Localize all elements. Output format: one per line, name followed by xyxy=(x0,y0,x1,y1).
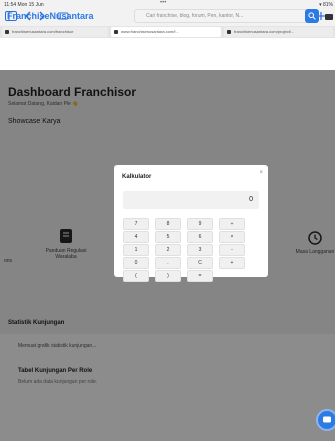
calculator-title: Kalkulator xyxy=(122,174,152,180)
tab-title: franchisenusantara.com/project/... xyxy=(234,29,295,34)
window-dots: ••• xyxy=(160,0,167,6)
calc-key[interactable]: 7 xyxy=(123,218,149,230)
calc-key[interactable]: ( xyxy=(123,270,149,282)
tab-title: www.franchisenusantara.com/f... xyxy=(121,29,179,34)
site-header xyxy=(0,38,335,70)
calc-key[interactable]: 2 xyxy=(155,244,181,256)
calc-key[interactable]: 8 xyxy=(155,218,181,230)
calc-key[interactable]: 4 xyxy=(123,231,149,243)
calc-key[interactable]: 5 xyxy=(155,231,181,243)
browser-tab[interactable]: franchisenusantara.com/franchisor xyxy=(2,27,108,37)
search-button[interactable] xyxy=(305,9,319,23)
calc-key[interactable]: + xyxy=(219,257,245,269)
search-placeholder: Cari franchise, blog, forum, Pen, kantor… xyxy=(146,13,244,19)
calc-key[interactable]: 3 xyxy=(187,244,213,256)
calc-key[interactable]: . xyxy=(155,257,181,269)
calc-key[interactable]: 6 xyxy=(187,231,213,243)
browser-tab[interactable]: franchisenusantara.com/project/... xyxy=(224,27,333,37)
tab-title: franchisenusantara.com/franchisor xyxy=(12,29,74,34)
calc-key[interactable]: C xyxy=(187,257,213,269)
status-bar: 11:54 Mon 15 Jun ••• ▾ 81% xyxy=(0,0,335,9)
browser-tabs: franchisenusantara.com/franchisor www.fr… xyxy=(0,26,335,38)
calc-key[interactable]: = xyxy=(187,270,213,282)
calculator-display: 0 xyxy=(123,191,259,209)
calc-key[interactable]: 0 xyxy=(123,257,149,269)
calc-key[interactable]: 1 xyxy=(123,244,149,256)
browser-tab-active[interactable]: www.franchisenusantara.com/f... xyxy=(111,27,221,37)
search-icon xyxy=(308,12,316,20)
close-button[interactable]: × xyxy=(259,170,263,176)
chat-icon xyxy=(323,416,331,423)
store-icon[interactable] xyxy=(325,14,333,20)
favicon-icon xyxy=(114,30,118,34)
brand-logo[interactable]: FranchiseNusantara xyxy=(7,11,94,21)
battery-status: ▾ 81% xyxy=(319,2,333,8)
calculator-modal: Kalkulator × 0 7 8 9 ÷ 4 5 6 × 1 2 3- 0. C + () = xyxy=(114,165,268,282)
calc-key[interactable]: ÷ xyxy=(219,218,245,230)
favicon-icon xyxy=(227,30,231,34)
calc-key[interactable]: ) xyxy=(155,270,181,282)
favicon-icon xyxy=(5,30,9,34)
status-time: 11:54 Mon 15 Jun xyxy=(4,2,44,8)
chat-button[interactable] xyxy=(316,409,335,431)
calc-key[interactable]: - xyxy=(219,244,245,256)
calc-key[interactable]: 9 xyxy=(187,218,213,230)
calc-key[interactable]: × xyxy=(219,231,245,243)
